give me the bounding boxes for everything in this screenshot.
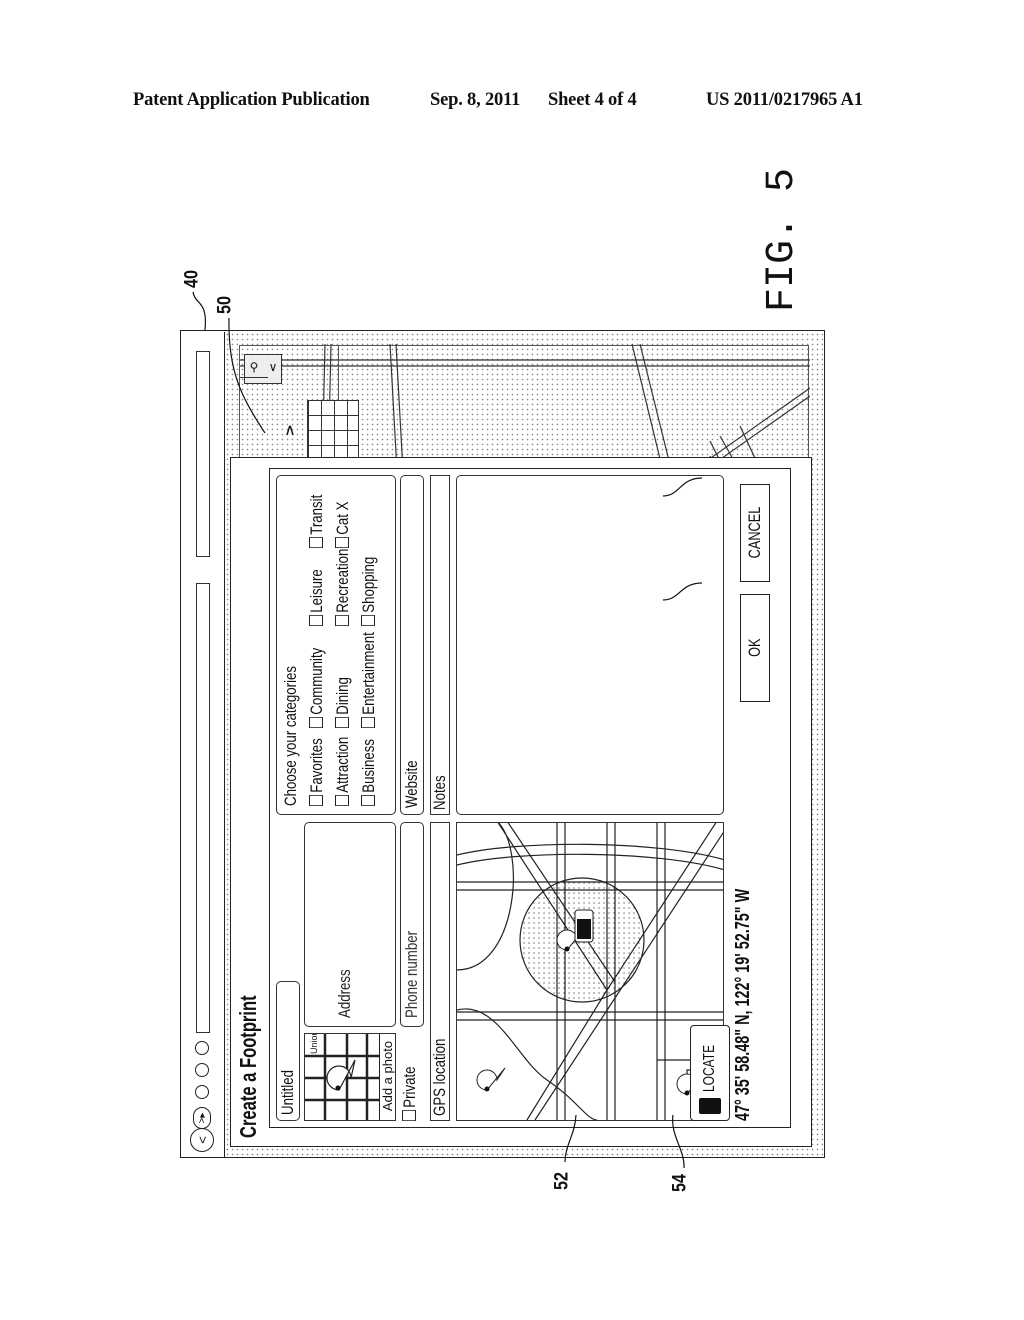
category-label: Business	[359, 738, 378, 793]
category-checkbox-favorites[interactable]: Favorites	[307, 738, 327, 806]
ref-numeral-50: 50	[214, 296, 236, 314]
category-checkbox-business[interactable]: Business	[359, 739, 379, 806]
category-label: Attraction	[333, 736, 352, 793]
leader-line-40	[192, 291, 207, 331]
publication-date: Sep. 8, 2011	[430, 90, 521, 110]
checkbox[interactable]	[309, 537, 323, 548]
checkbox[interactable]	[361, 717, 375, 728]
browser-content: ⚲ ∨ ∧ Create a Footprint Untitled Add a p…	[225, 332, 823, 1157]
notes-label: Notes	[430, 775, 449, 810]
browser-window: < >▸ ⚲ ∨ ∧ Create a Footprint Untitled A…	[180, 330, 825, 1158]
map-pin-icon	[476, 1067, 506, 1092]
checkbox[interactable]	[361, 795, 375, 806]
category-checkbox-dining[interactable]: Dining	[333, 677, 353, 728]
map-thumbnail-grid	[307, 400, 359, 462]
ok-label: OK	[745, 638, 764, 658]
address-placeholder: Address	[335, 969, 354, 1018]
dialog-body: Untitled Add a photo Union Address Choose yo…	[269, 468, 791, 1128]
publication-type: Patent Application Publication	[133, 90, 370, 110]
photo-map-union-label: Union	[309, 1033, 319, 1054]
category-label: Dining	[333, 677, 352, 715]
locate-label: LOCATE	[701, 1044, 718, 1092]
website-placeholder: Website	[402, 760, 421, 808]
address-field[interactable]: Address	[304, 822, 396, 1027]
browser-toolbar: < >▸	[181, 332, 225, 1157]
cancel-label: CANCEL	[745, 507, 764, 559]
map-zoom-controls: ⚲ ∨	[240, 354, 282, 384]
checkbox[interactable]	[335, 537, 349, 548]
notes-textarea[interactable]	[456, 475, 724, 815]
forward-icon[interactable]: >▸	[193, 1107, 211, 1129]
category-label: Shopping	[359, 556, 378, 613]
categories-box: Choose your categories Favorites Community…	[276, 475, 396, 815]
category-label: Recreation	[333, 548, 352, 613]
address-bar[interactable]	[196, 583, 210, 1033]
gps-map-drawing	[456, 822, 724, 1121]
gps-coordinates: 47° 35' 58.48" N, 122° 19' 52.75" W	[732, 888, 754, 1121]
add-photo-label[interactable]: Add a photo	[379, 1033, 396, 1120]
ref-numeral-52: 52	[551, 1172, 573, 1190]
publication-number: US 2011/0217965 A1	[706, 90, 863, 110]
checkbox[interactable]	[335, 795, 349, 806]
gps-map[interactable]	[456, 822, 724, 1121]
figure-label: FIG. 5	[760, 167, 805, 312]
chevron-up-icon[interactable]: ∧	[284, 420, 296, 440]
phone-placeholder: Phone number	[402, 931, 421, 1018]
checkbox[interactable]	[335, 717, 349, 728]
category-label: Transit	[307, 494, 326, 535]
ok-button[interactable]: OK	[740, 594, 770, 702]
gps-location-label: GPS location	[430, 1038, 449, 1116]
category-label: Leisure	[307, 569, 326, 613]
circle-button-icon[interactable]	[195, 1085, 209, 1099]
ref-numeral-54: 54	[669, 1174, 691, 1192]
category-checkbox-cat-x[interactable]: Cat X	[333, 502, 353, 548]
private-label: Private	[400, 1066, 419, 1108]
add-photo-thumbnail[interactable]: Add a photo Union	[304, 1033, 396, 1121]
category-checkbox-shopping[interactable]: Shopping	[359, 557, 379, 626]
checkbox[interactable]	[309, 615, 323, 626]
category-checkbox-leisure[interactable]: Leisure	[307, 569, 327, 626]
create-footprint-dialog: Create a Footprint Untitled Add a photo Un…	[230, 457, 812, 1147]
checkbox[interactable]	[335, 615, 349, 626]
cancel-button[interactable]: CANCEL	[740, 484, 770, 582]
checkbox[interactable]	[402, 1110, 416, 1121]
categories-heading: Choose your categories	[281, 665, 300, 806]
gps-location-label-bar: GPS location	[430, 822, 450, 1121]
category-label: Cat X	[333, 501, 352, 535]
category-checkbox-attraction[interactable]: Attraction	[333, 737, 353, 806]
circle-button-icon[interactable]	[195, 1041, 209, 1055]
back-icon[interactable]: <	[190, 1128, 214, 1152]
category-checkbox-recreation[interactable]: Recreation	[333, 549, 353, 626]
dialog-title: Create a Footprint	[235, 995, 261, 1138]
category-label: Entertainment	[359, 632, 378, 715]
phone-device-icon	[574, 909, 594, 943]
locate-button[interactable]: LOCATE	[690, 1025, 730, 1121]
notes-label-bar: Notes	[430, 475, 450, 815]
ref-numeral-40: 40	[181, 270, 203, 288]
chevron-down-icon[interactable]: ∨	[259, 360, 287, 378]
category-checkbox-transit[interactable]: Transit	[307, 495, 327, 548]
phone-icon	[699, 1098, 721, 1114]
category-checkbox-entertainment[interactable]: Entertainment	[359, 632, 379, 728]
name-field-value: Untitled	[278, 1070, 297, 1115]
phone-number-field[interactable]: Phone number	[400, 822, 424, 1027]
category-checkbox-community[interactable]: Community	[307, 648, 327, 728]
checkbox[interactable]	[309, 717, 323, 728]
sheet-number: Sheet 4 of 4	[548, 90, 637, 110]
private-checkbox[interactable]: Private	[400, 1066, 420, 1121]
checkbox[interactable]	[361, 615, 375, 626]
browser-window-figure: < >▸ ⚲ ∨ ∧ Create a Footprint Untitled A…	[180, 330, 825, 1158]
checkbox[interactable]	[309, 795, 323, 806]
category-label: Favorites	[307, 738, 326, 793]
category-label: Community	[307, 647, 326, 715]
search-bar[interactable]	[196, 351, 210, 557]
website-field[interactable]: Website	[400, 475, 424, 815]
name-field[interactable]: Untitled	[276, 981, 300, 1121]
circle-button-icon[interactable]	[195, 1063, 209, 1077]
